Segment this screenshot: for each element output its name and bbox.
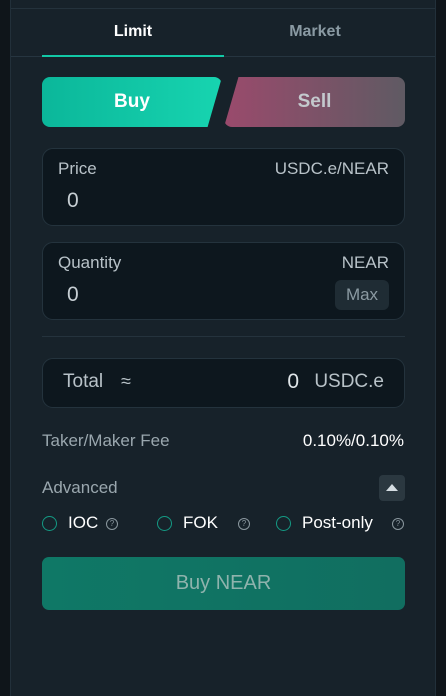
order-type-tabs: Limit Market bbox=[11, 9, 435, 57]
quantity-unit: NEAR bbox=[341, 253, 389, 272]
order-form-panel: Limit Market Buy Sell Price USDC.e/NEAR … bbox=[10, 0, 436, 696]
right-gutter bbox=[435, 0, 446, 696]
form-divider bbox=[42, 336, 405, 337]
total-unit: USDC.e bbox=[314, 371, 384, 392]
question-icon[interactable]: ? bbox=[106, 518, 118, 530]
post-only-radio[interactable] bbox=[276, 516, 291, 531]
ioc-label: IOC bbox=[68, 513, 99, 532]
fok-label: FOK bbox=[183, 513, 218, 532]
price-input[interactable] bbox=[67, 186, 297, 216]
sell-button[interactable]: Sell bbox=[224, 77, 405, 127]
quantity-field[interactable]: Quantity NEAR Max bbox=[42, 242, 405, 320]
question-icon[interactable]: ? bbox=[392, 518, 404, 530]
option-fok[interactable]: FOK ? bbox=[157, 513, 252, 535]
active-tab-indicator bbox=[42, 55, 224, 57]
price-field[interactable]: Price USDC.e/NEAR bbox=[42, 148, 405, 226]
buy-near-button[interactable]: Buy NEAR bbox=[42, 557, 405, 610]
tab-market[interactable]: Market bbox=[224, 9, 406, 55]
option-ioc[interactable]: IOC ? bbox=[42, 513, 132, 535]
fee-label: Taker/Maker Fee bbox=[42, 431, 170, 450]
fok-radio[interactable] bbox=[157, 516, 172, 531]
buy-button[interactable]: Buy bbox=[42, 77, 222, 127]
left-gutter bbox=[0, 0, 10, 696]
post-only-label: Post-only bbox=[302, 513, 373, 532]
price-label: Price bbox=[58, 159, 97, 178]
quantity-input[interactable] bbox=[67, 280, 297, 310]
total-field: Total ≈ 0 USDC.e bbox=[42, 358, 405, 408]
question-icon[interactable]: ? bbox=[238, 518, 250, 530]
tab-limit[interactable]: Limit bbox=[42, 9, 224, 55]
chevron-up-icon bbox=[386, 484, 398, 491]
advanced-label: Advanced bbox=[42, 478, 118, 497]
total-label: Total bbox=[63, 371, 104, 392]
max-button[interactable]: Max bbox=[335, 280, 389, 310]
fee-value: 0.10%/0.10% bbox=[302, 431, 404, 450]
option-post-only[interactable]: Post-only ? bbox=[276, 513, 406, 535]
ioc-radio[interactable] bbox=[42, 516, 57, 531]
approx-symbol: ≈ bbox=[121, 371, 131, 391]
advanced-collapse-button[interactable] bbox=[379, 475, 405, 501]
total-value: 0 bbox=[287, 370, 299, 393]
quantity-label: Quantity bbox=[58, 253, 122, 272]
price-unit: USDC.e/NEAR bbox=[274, 159, 389, 178]
buy-sell-toggle: Buy Sell bbox=[42, 77, 405, 127]
